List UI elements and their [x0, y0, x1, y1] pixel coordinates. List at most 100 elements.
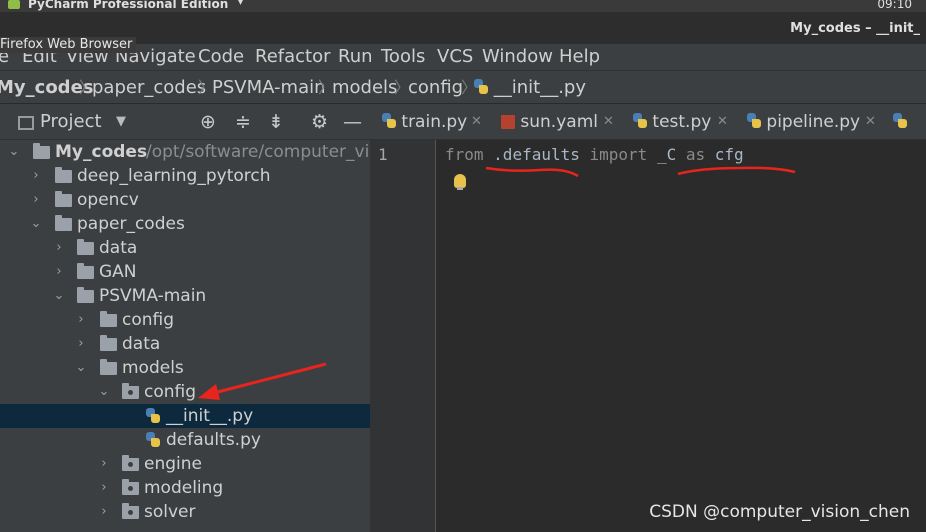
tree-item-label: My_codes [55, 142, 148, 162]
folder-icon [77, 239, 94, 255]
tree-item[interactable]: › data [0, 236, 370, 260]
folder-icon [100, 359, 117, 375]
pycharm-logo-icon [8, 0, 20, 9]
chevron-right-icon[interactable]: › [74, 332, 88, 356]
breadcrumb-item[interactable]: PSVMA-main [212, 71, 326, 105]
hide-icon[interactable]: — [343, 111, 362, 133]
system-clock[interactable]: 09:10 [877, 0, 912, 10]
code-keyword: import [589, 145, 648, 164]
menu-tools[interactable]: Tools [381, 44, 425, 70]
expand-all-icon[interactable]: ≑ [235, 111, 251, 133]
chevron-right-icon[interactable]: › [29, 164, 43, 188]
tab-test-py[interactable]: test.py [633, 104, 711, 139]
code-line[interactable]: from .defaults import _C as cfg [445, 145, 744, 164]
code-keyword: from [445, 145, 484, 164]
menu-code[interactable]: Code [198, 44, 244, 70]
package-folder-icon [122, 383, 139, 399]
tree-item[interactable]: › opencv [0, 188, 370, 212]
window-titlebar: Firefox Web Browser My_codes – __init_ [0, 12, 926, 53]
tree-item[interactable]: defaults.py [0, 428, 370, 452]
close-icon[interactable]: ✕ [865, 104, 876, 139]
watermark: CSDN @computer_vision_chen [649, 502, 910, 522]
chevron-down-icon[interactable]: ▼ [116, 114, 126, 129]
chevron-down-icon[interactable]: ⌄ [97, 380, 111, 404]
python-file-icon [382, 113, 396, 129]
tab-partial[interactable]: re [893, 104, 926, 139]
chevron-right-icon[interactable]: › [52, 236, 66, 260]
tree-item[interactable]: › solver [0, 500, 370, 524]
tree-item[interactable]: ⌄ config [0, 380, 370, 404]
project-icon [18, 116, 34, 130]
chevron-down-icon[interactable]: ⌄ [74, 356, 88, 380]
chevron-right-icon[interactable]: › [74, 308, 88, 332]
menu-refactor[interactable]: Refactor [255, 44, 331, 70]
folder-icon [100, 335, 117, 351]
system-app-name[interactable]: PyCharm Professional Edition [28, 0, 228, 10]
tree-item-label: modeling [144, 478, 224, 498]
chevron-down-icon[interactable]: ⌄ [29, 212, 43, 236]
chevron-right-icon[interactable]: › [29, 188, 43, 212]
breadcrumb: My_codes 〉 paper_codes 〉 PSVMA-main 〉 mo… [0, 70, 926, 104]
tree-item-selected[interactable]: __init__.py [0, 404, 370, 428]
project-panel-header: Project ▼ ⊕ ≑ ⇟ ⚙ — [0, 104, 370, 140]
breadcrumb-file[interactable]: __init__.py [474, 71, 586, 105]
tree-item-label: defaults.py [166, 430, 261, 450]
tree-item[interactable]: ⌄ paper_codes [0, 212, 370, 236]
tree-item[interactable]: ⌄ models [0, 356, 370, 380]
close-icon[interactable]: ✕ [603, 104, 614, 139]
breadcrumb-file-label: __init__.py [493, 77, 587, 98]
project-panel-title[interactable]: Project [40, 111, 102, 132]
python-file-icon [893, 113, 907, 129]
chevron-down-icon[interactable]: ⌄ [7, 140, 21, 164]
python-file-icon [146, 432, 160, 448]
tree-item[interactable]: › modeling [0, 476, 370, 500]
close-icon[interactable]: ✕ [717, 104, 728, 139]
tree-item[interactable]: › data [0, 332, 370, 356]
tree-item-label: deep_learning_pytorch [77, 166, 271, 186]
tree-item-label: config [144, 382, 197, 402]
code-editor[interactable]: 1 from .defaults import _C as cfg [370, 140, 926, 532]
lightbulb-icon[interactable] [454, 174, 466, 190]
tree-item-label: config [122, 310, 175, 330]
folder-icon [77, 287, 94, 303]
breadcrumb-item[interactable]: models [332, 71, 397, 105]
menu-help[interactable]: Help [559, 44, 600, 70]
locate-icon[interactable]: ⊕ [200, 111, 216, 133]
tree-item-label: data [122, 334, 161, 354]
chevron-right-icon[interactable]: › [97, 476, 111, 500]
chevron-right-icon[interactable]: › [52, 260, 66, 284]
python-file-icon [474, 79, 488, 95]
folder-icon [33, 143, 50, 159]
chevron-right-icon[interactable]: › [97, 500, 111, 524]
folder-icon [100, 311, 117, 327]
collapse-all-icon[interactable]: ⇟ [268, 111, 284, 133]
project-tree: ⌄ My_codes /opt/software/computer_vis › … [0, 140, 370, 532]
tree-item[interactable]: › engine [0, 452, 370, 476]
tree-item[interactable]: ⌄ PSVMA-main [0, 284, 370, 308]
chevron-down-icon[interactable]: ▾ [238, 0, 243, 8]
close-icon[interactable]: ✕ [471, 104, 482, 139]
tree-item[interactable]: › deep_learning_pytorch [0, 164, 370, 188]
chevron-down-icon[interactable]: ⌄ [52, 284, 66, 308]
tree-item[interactable]: › config [0, 308, 370, 332]
folder-icon [55, 191, 72, 207]
tab-train-py[interactable]: train.py [382, 104, 467, 139]
package-folder-icon [122, 503, 139, 519]
menu-vcs[interactable]: VCS [437, 44, 473, 70]
gear-icon[interactable]: ⚙ [311, 111, 328, 133]
tree-item-label: data [99, 238, 138, 258]
tree-item-label: opencv [77, 190, 139, 210]
chevron-right-icon[interactable]: › [97, 452, 111, 476]
menu-window[interactable]: Window [482, 44, 553, 70]
tab-sun-yaml[interactable]: sun.yaml [501, 104, 598, 139]
tree-item-path: /opt/software/computer_vis [146, 142, 370, 162]
tree-item[interactable]: › GAN [0, 260, 370, 284]
tree-item[interactable]: ⌄ My_codes /opt/software/computer_vis [0, 140, 370, 164]
breadcrumb-item[interactable]: paper_codes [92, 71, 206, 105]
menu-run[interactable]: Run [338, 44, 373, 70]
tab-pipeline-py[interactable]: pipeline.py [747, 104, 860, 139]
launcher-tooltip: Firefox Web Browser [0, 37, 137, 53]
editor-tabs: train.py ✕ sun.yaml ✕ test.py ✕ pipeline… [370, 104, 926, 140]
breadcrumb-item[interactable]: config [408, 71, 463, 105]
tab-label: sun.yaml [520, 112, 598, 132]
